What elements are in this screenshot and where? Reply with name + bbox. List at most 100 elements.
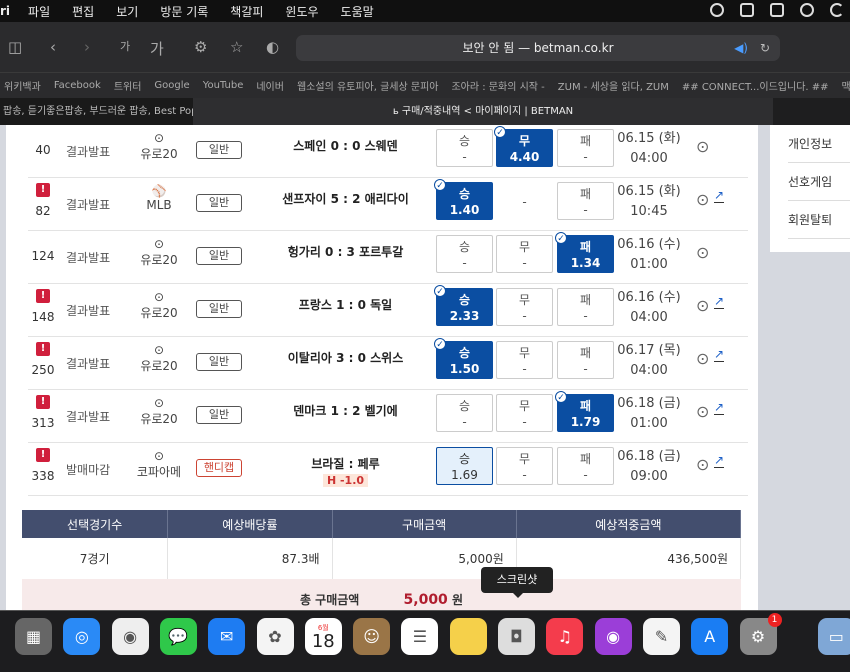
tab-title: 팝송, 듣기좋은팝송, 부드러운 팝송, Best Popular Songs … [3,106,193,117]
trend-chart-icon[interactable]: ↗ [714,400,725,415]
location-pin-icon[interactable]: ⊙ [696,296,709,315]
odds-option[interactable]: - [496,182,553,220]
photos-icon[interactable]: ✿ [256,618,294,655]
record-icon[interactable] [710,3,724,17]
text-smaller-button[interactable]: 가 [120,38,130,54]
game-status: 결과발표 [66,304,111,318]
trend-chart-icon[interactable]: ↗ [714,347,725,362]
odds-option[interactable]: 패- [557,447,614,485]
notes-icon[interactable] [449,618,487,655]
game-date: 06.16 (수) [617,237,681,252]
game-number: 40 [35,143,51,157]
odds-option[interactable]: 패- [557,341,614,379]
bookmark-item[interactable]: 맥 [842,78,850,93]
launchpad-icon[interactable]: ▦ [15,618,52,655]
odds-option[interactable]: 무- [496,447,553,485]
reload-icon[interactable]: ↻ [760,35,770,61]
music-icon[interactable]: ♫ [546,618,584,655]
odds-option[interactable]: ✓ 무 4.40 [494,126,553,167]
bookmark-item[interactable]: Google [154,80,189,91]
odds-option[interactable]: ✓ 패 1.34 [555,232,614,273]
bookmark-item[interactable]: 트위터 [114,78,142,93]
odds-option[interactable]: 무- [496,235,553,273]
table-row: ! 338 발매마감 ⊙ 코파아메 핸디캡 브라질 : 페루 H -1.0 승 1.69 무 - 패 -0… [28,443,748,496]
gear-icon[interactable]: ⚙ [194,38,207,56]
sidebar-item-privacy[interactable]: 개인정보 [788,125,850,163]
trend-chart-icon[interactable]: ↗ [714,453,725,468]
odds-option[interactable]: 승- [436,129,493,167]
trend-chart-icon[interactable]: ↗ [714,294,725,309]
menu-window[interactable]: 윈도우 [285,3,318,20]
preview-icon[interactable]: ▭ [817,618,850,655]
contacts-icon[interactable]: ☺ [353,618,391,655]
bookmark-item[interactable]: 위키백과 [4,78,41,93]
odds-option[interactable]: ✓ 승 1.50 [434,338,493,379]
pages-icon[interactable]: ✎ [642,618,680,655]
back-icon[interactable]: ‹ [50,38,56,56]
bookmark-item[interactable]: YouTube [203,80,244,91]
summary-table: 선택경기수 예상배당률 구매금액 예상적중금액 7경기 87.3배 5,000원… [22,510,742,580]
menu-history[interactable]: 방문 기록 [160,3,208,20]
odds-option[interactable]: 패- [557,182,614,220]
menu-view[interactable]: 보기 [116,3,138,20]
menu-bookmarks[interactable]: 책갈피 [230,3,263,20]
screenshot-icon[interactable]: ◘ [498,618,535,655]
sidebar-icon[interactable]: ◫ [8,38,22,56]
calendar-icon[interactable]: 6월 18 [304,618,342,655]
bookmark-item[interactable]: ## CONNECT...이드입니다. ## [682,78,829,93]
bookmark-item[interactable]: 네이버 [256,78,284,93]
odds-option[interactable]: 승- [436,394,493,432]
tab-youtube[interactable]: 팝송, 듣기좋은팝송, 부드러운 팝송, Best Popular Songs … [0,98,193,125]
podcasts-icon[interactable]: ◉ [594,618,632,655]
input-source-icon[interactable] [770,3,784,17]
odds-value: - [522,362,527,376]
moon-icon[interactable] [830,3,844,17]
messages-icon[interactable]: 💬 [159,618,197,655]
speaker-icon[interactable]: ◀) [734,35,748,61]
forward-icon[interactable]: › [84,38,90,56]
sidebar-item-preferred-games[interactable]: 선호게임 [788,163,850,201]
play-icon[interactable] [800,3,814,17]
app-menu[interactable]: ri [0,4,10,18]
bookmark-item[interactable]: 웹소설의 유토피아, 글세상 문피아 [297,78,439,93]
safari-icon[interactable]: ◎ [63,618,101,655]
location-pin-icon[interactable]: ⊙ [696,190,709,209]
match-result: 브라질 : 페루 H -1.0 [263,455,428,487]
app-store-icon[interactable]: A [691,618,729,655]
odds-option[interactable]: 패- [557,288,614,326]
location-pin-icon[interactable]: ⊙ [696,137,709,156]
location-pin-icon[interactable]: ⊙ [696,402,709,421]
odds-option[interactable]: 승 1.69 [436,447,493,485]
odds-option[interactable]: 승- [436,235,493,273]
star-icon[interactable]: ☆ [230,38,243,56]
address-bar[interactable]: 보안 안 됨 — betman.co.kr ◀) ↻ [296,35,780,61]
chrome-icon[interactable]: ◉ [111,618,149,655]
sidebar-item-withdraw[interactable]: 회원탈퇴 [788,201,850,239]
reminders-icon[interactable]: ☰ [401,618,439,655]
bookmark-item[interactable]: 조아라 : 문화의 시작 - [451,78,544,93]
text-larger-button[interactable]: 가 [150,38,164,59]
window-icon[interactable] [740,3,754,17]
odds-label: 승 [458,240,471,254]
odds-option[interactable]: 무- [496,394,553,432]
trend-chart-icon[interactable]: ↗ [714,188,725,203]
odds-option[interactable]: 무- [496,288,553,326]
menu-edit[interactable]: 편집 [72,3,94,20]
odds-option[interactable]: ✓ 승 2.33 [434,285,493,326]
menu-help[interactable]: 도움말 [341,3,374,20]
tab-betman[interactable]: ь 구매/적중내역 < 마이페이지 | BETMAN [193,98,773,125]
location-pin-icon[interactable]: ⊙ [696,243,709,262]
odds-option[interactable]: 무- [496,341,553,379]
menu-file[interactable]: 파일 [28,3,50,20]
odds-option[interactable]: ✓ 패 1.79 [555,391,614,432]
odds-label: 패 [579,452,592,466]
bookmark-item[interactable]: ZUM - 세상을 읽다, ZUM [558,78,669,93]
location-pin-icon[interactable]: ⊙ [696,455,709,474]
odds-option[interactable]: ✓ 승 1.40 [434,179,493,220]
system-preferences-icon[interactable]: ⚙ 1 [739,613,782,655]
shield-icon[interactable]: ◐ [266,38,279,56]
location-pin-icon[interactable]: ⊙ [696,349,709,368]
bookmark-item[interactable]: Facebook [54,80,101,91]
odds-option[interactable]: 패- [557,129,614,167]
mail-icon[interactable]: ✉ [208,618,246,655]
